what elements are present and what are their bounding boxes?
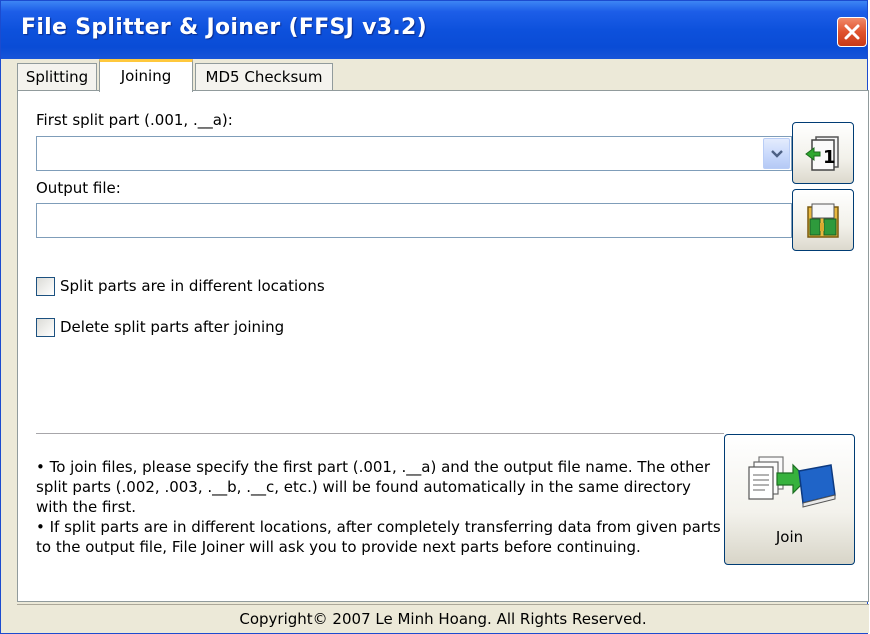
status-bar: Copyright© 2007 Le Minh Hoang. All Right… (17, 604, 869, 633)
joining-panel: First split part (.001, .__a): Output fi… (17, 90, 869, 602)
tab-splitting[interactable]: Splitting (17, 63, 97, 91)
svg-text:1: 1 (823, 147, 836, 168)
instruction-2: • If split parts are in different locati… (36, 518, 721, 556)
close-button[interactable] (837, 17, 867, 47)
different-locations-checkbox[interactable] (36, 277, 55, 296)
title-bar[interactable]: File Splitter & Joiner (FFSJ v3.2) (1, 1, 867, 59)
different-locations-label[interactable]: Split parts are in different locations (60, 277, 325, 295)
join-button-label: Join (775, 528, 804, 546)
join-button[interactable]: Join (724, 434, 855, 565)
tab-joining[interactable]: Joining (99, 59, 193, 92)
copyright-text: Copyright© 2007 Le Minh Hoang. All Right… (239, 610, 647, 628)
joining-instructions: • To join files, please specify the firs… (36, 457, 726, 557)
chevron-down-icon (771, 150, 783, 158)
browse-output-file-button[interactable] (792, 189, 854, 251)
browse-first-part-button[interactable]: 1 (792, 122, 854, 184)
combo-dropdown-button[interactable] (763, 138, 790, 169)
join-files-icon (748, 456, 836, 508)
output-file-input[interactable] (36, 203, 792, 238)
close-icon (844, 24, 860, 40)
info-divider (36, 433, 724, 435)
tab-md5-checksum[interactable]: MD5 Checksum (195, 63, 333, 91)
output-file-label: Output file: (36, 179, 121, 197)
ffsj-window: File Splitter & Joiner (FFSJ v3.2) Split… (0, 0, 869, 634)
first-part-combobox[interactable] (36, 136, 792, 171)
output-folder-icon (807, 203, 839, 238)
first-part-icon: 1 (805, 136, 839, 171)
window-title: File Splitter & Joiner (FFSJ v3.2) (21, 15, 427, 40)
first-part-label: First split part (.001, .__a): (36, 111, 233, 129)
delete-after-joining-checkbox[interactable] (36, 318, 55, 337)
instruction-1: • To join files, please specify the firs… (36, 458, 711, 516)
delete-after-joining-label[interactable]: Delete split parts after joining (60, 318, 284, 336)
